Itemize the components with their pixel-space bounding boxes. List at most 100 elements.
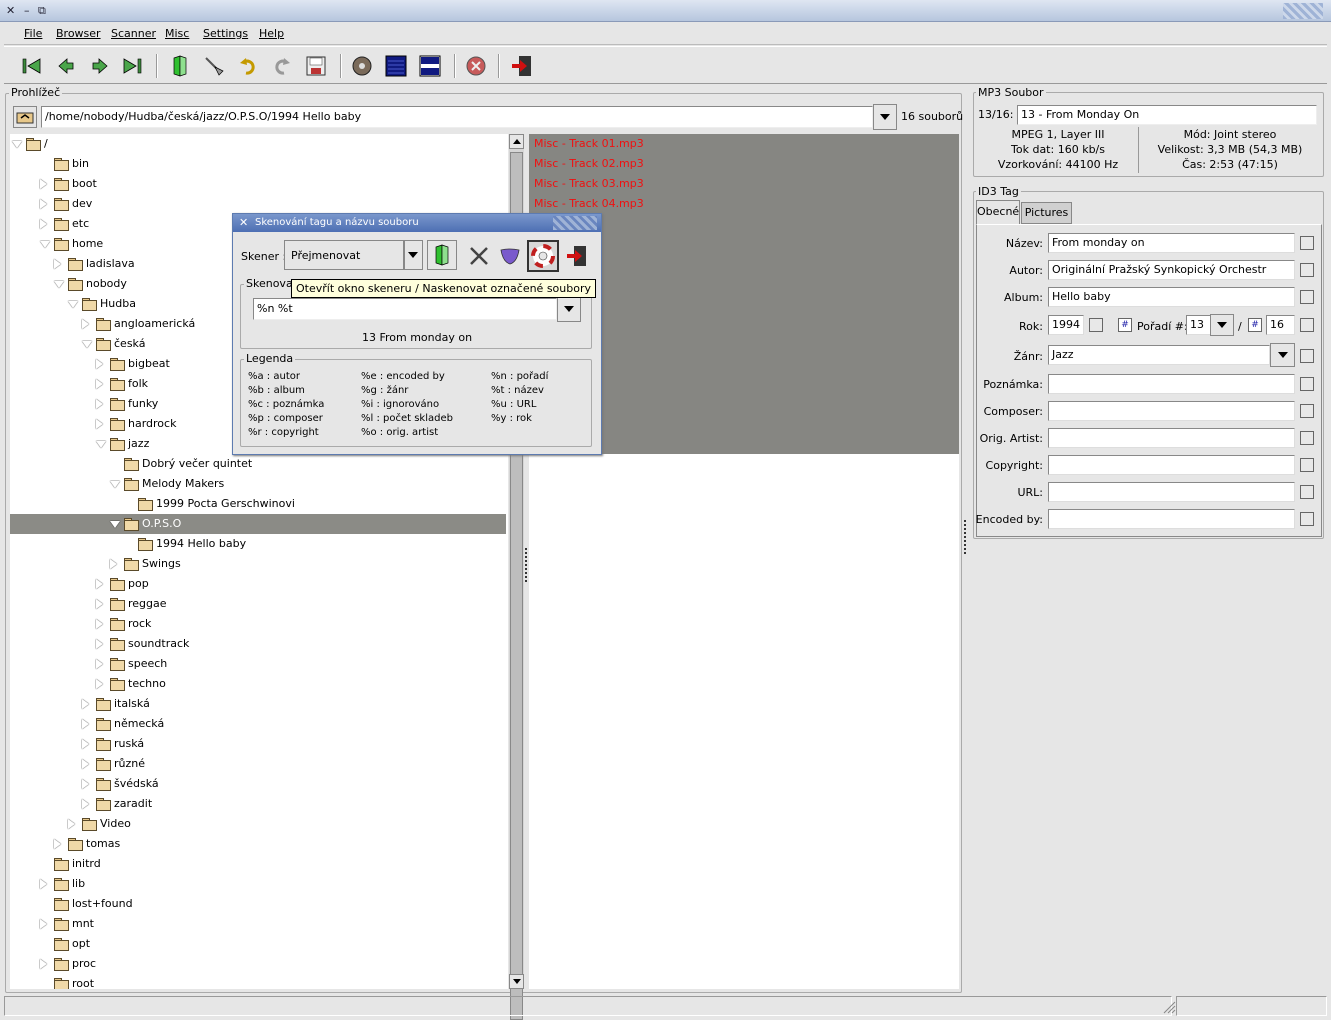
collapse-arrow-icon[interactable] <box>54 281 64 288</box>
expand-arrow-icon[interactable] <box>82 759 89 769</box>
year-field[interactable]: 1994 <box>1048 315 1084 335</box>
composer-field[interactable] <box>1048 401 1295 421</box>
collapse-arrow-icon[interactable] <box>110 481 120 488</box>
invert-selection-icon[interactable] <box>416 52 444 80</box>
expand-arrow-icon[interactable] <box>82 699 89 709</box>
path-input[interactable]: /home/nobody/Hudba/česká/jazz/O.P.S.O/19… <box>41 106 873 128</box>
track-total-field[interactable]: 16 <box>1266 315 1295 335</box>
scroll-up-arrow-icon[interactable] <box>509 134 524 149</box>
tree-item[interactable]: dev <box>10 194 506 214</box>
expand-arrow-icon[interactable] <box>54 839 61 849</box>
tree-item[interactable]: Video <box>10 814 506 834</box>
settings-button[interactable] <box>465 242 493 270</box>
tree-item[interactable]: / <box>10 134 506 154</box>
tree-item[interactable]: Swings <box>10 554 506 574</box>
collapse-arrow-icon[interactable] <box>68 301 78 308</box>
tree-item[interactable]: Melody Makers <box>10 474 506 494</box>
expand-arrow-icon[interactable] <box>82 779 89 789</box>
tree-item[interactable]: soundtrack <box>10 634 506 654</box>
expand-arrow-icon[interactable] <box>82 739 89 749</box>
parent-folder-button[interactable] <box>13 106 37 128</box>
expand-arrow-icon[interactable] <box>96 599 103 609</box>
tree-item[interactable]: různé <box>10 754 506 774</box>
collapse-arrow-icon[interactable] <box>12 141 22 148</box>
expand-arrow-icon[interactable] <box>96 419 103 429</box>
menu-file[interactable]: File <box>24 27 42 40</box>
url-checkbox[interactable] <box>1300 485 1314 499</box>
stop-icon[interactable] <box>462 52 490 80</box>
mask-dropdown-button[interactable] <box>557 296 581 322</box>
dialog-titlebar[interactable]: ✕ Skenování tagu a názvu souboru <box>233 214 601 232</box>
tree-item[interactable]: lib <box>10 874 506 894</box>
expand-arrow-icon[interactable] <box>96 679 103 689</box>
album-field[interactable]: Hello baby <box>1048 287 1295 307</box>
expand-arrow-icon[interactable] <box>40 179 47 189</box>
encoded-by-checkbox[interactable] <box>1300 512 1314 526</box>
comment-field[interactable] <box>1048 374 1295 394</box>
collapse-arrow-icon[interactable] <box>40 241 50 248</box>
expand-arrow-icon[interactable] <box>110 559 117 569</box>
scanner-select[interactable]: Přejmenovat <box>284 240 405 270</box>
tree-item[interactable]: Dobrý večer quintet <box>10 454 506 474</box>
encoded-by-field[interactable] <box>1048 509 1295 529</box>
title-field[interactable]: From monday on <box>1048 233 1295 253</box>
expand-arrow-icon[interactable] <box>82 719 89 729</box>
tree-item[interactable]: 1999 Pocta Gerschwinovi <box>10 494 506 514</box>
path-dropdown-button[interactable] <box>873 104 897 130</box>
expand-arrow-icon[interactable] <box>96 399 103 409</box>
tree-item[interactable]: root <box>10 974 506 989</box>
artist-checkbox[interactable] <box>1300 263 1314 277</box>
tab-pictures[interactable]: Pictures <box>1021 202 1072 224</box>
expand-arrow-icon[interactable] <box>54 259 61 269</box>
title-checkbox[interactable] <box>1300 236 1314 250</box>
file-row[interactable]: Misc - Track 04.mp3 <box>529 194 959 214</box>
expand-arrow-icon[interactable] <box>96 659 103 669</box>
splitter-handle[interactable] <box>964 520 967 554</box>
copyright-field[interactable] <box>1048 455 1295 475</box>
tree-item[interactable]: rock <box>10 614 506 634</box>
comment-checkbox[interactable] <box>1300 377 1314 391</box>
menu-scanner[interactable]: Scanner <box>111 27 156 40</box>
menu-browser[interactable]: Browser <box>56 27 101 40</box>
splitter-handle[interactable] <box>525 548 528 582</box>
close-icon[interactable]: ✕ <box>239 214 248 232</box>
expand-arrow-icon[interactable] <box>40 879 47 889</box>
expand-arrow-icon[interactable] <box>82 319 89 329</box>
mask-input[interactable]: %n %t <box>253 298 557 320</box>
composer-checkbox[interactable] <box>1300 404 1314 418</box>
expand-arrow-icon[interactable] <box>82 799 89 809</box>
tree-item[interactable]: speech <box>10 654 506 674</box>
year-checkbox[interactable] <box>1089 318 1103 332</box>
scanner-dropdown-button[interactable] <box>403 240 423 270</box>
tree-item[interactable]: 1994 Hello baby <box>10 534 506 554</box>
tree-item[interactable]: mnt <box>10 914 506 934</box>
menu-help[interactable]: Help <box>259 27 284 40</box>
last-icon[interactable] <box>118 52 146 80</box>
close-dialog-button[interactable] <box>563 242 591 270</box>
track-auto-icon[interactable]: # <box>1118 318 1132 332</box>
genre-field[interactable]: Jazz <box>1048 345 1270 365</box>
file-row[interactable]: Misc - Track 01.mp3 <box>529 134 959 154</box>
tab-general[interactable]: Obecné <box>976 200 1020 224</box>
tree-item[interactable]: italská <box>10 694 506 714</box>
tree-item[interactable]: reggae <box>10 594 506 614</box>
tree-item[interactable]: německá <box>10 714 506 734</box>
expand-arrow-icon[interactable] <box>96 639 103 649</box>
track-field[interactable]: 13 <box>1186 315 1212 335</box>
scroll-down-arrow-icon[interactable] <box>509 974 524 989</box>
collapse-arrow-icon[interactable] <box>96 441 106 448</box>
track-dropdown-button[interactable] <box>1210 314 1234 336</box>
orig-artist-checkbox[interactable] <box>1300 431 1314 445</box>
expand-arrow-icon[interactable] <box>40 959 47 969</box>
expand-arrow-icon[interactable] <box>96 379 103 389</box>
genre-checkbox[interactable] <box>1300 349 1314 363</box>
tree-item[interactable]: pop <box>10 574 506 594</box>
expand-arrow-icon[interactable] <box>68 819 75 829</box>
tree-item[interactable]: švédská <box>10 774 506 794</box>
expand-arrow-icon[interactable] <box>96 619 103 629</box>
save-icon[interactable] <box>302 52 330 80</box>
file-row[interactable]: Misc - Track 03.mp3 <box>529 174 959 194</box>
collapse-arrow-icon[interactable] <box>82 341 92 348</box>
minimize-icon[interactable]: – <box>24 4 30 17</box>
redo-icon[interactable] <box>268 52 296 80</box>
